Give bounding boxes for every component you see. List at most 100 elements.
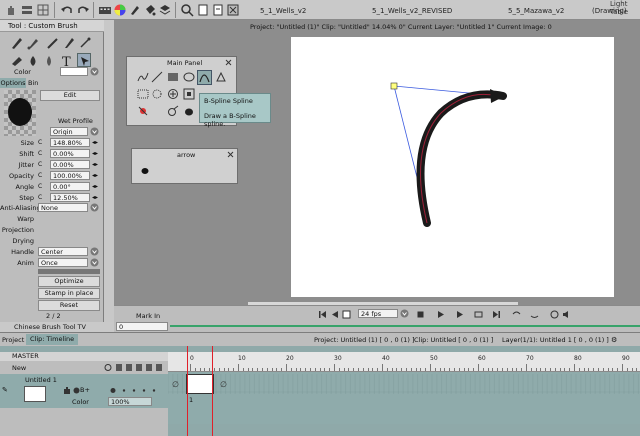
keyboard-icon[interactable]: [98, 3, 112, 17]
tab-project[interactable]: Project: [2, 336, 24, 344]
ellipse-icon[interactable]: [183, 71, 195, 83]
tool-preset-name[interactable]: Chinese Brush Tool TV: [0, 322, 114, 332]
tab-clip-timeline[interactable]: Clip: Timeline: [26, 334, 79, 345]
stamp-in-place-button[interactable]: Stamp in place: [38, 288, 100, 299]
drop-tool-icon[interactable]: [42, 54, 56, 68]
layer-tool-icons[interactable]: [104, 363, 164, 372]
angle-field[interactable]: 0.00°: [50, 182, 90, 191]
color-swatch[interactable]: [60, 67, 88, 76]
curve-c-icon[interactable]: C: [38, 150, 42, 157]
blob-icon[interactable]: [183, 105, 195, 117]
zoom-icon[interactable]: [180, 3, 194, 17]
edit-button[interactable]: Edit: [40, 90, 100, 101]
stepper-icon[interactable]: ◂▸: [92, 172, 98, 179]
stepper-icon[interactable]: ◂▸: [92, 161, 98, 168]
dotted-rect-icon[interactable]: [137, 88, 149, 100]
freehand-icon[interactable]: [137, 71, 149, 83]
grid-icon[interactable]: [36, 3, 50, 17]
layers-icon[interactable]: [20, 3, 34, 17]
tab-bin[interactable]: Bin: [28, 78, 42, 88]
doc-tab[interactable]: 5_5_Mazawa_v2: [508, 7, 564, 15]
keyframe-cell[interactable]: [186, 374, 214, 394]
origin-select[interactable]: Origin: [50, 127, 88, 136]
window-close-icon[interactable]: [226, 3, 240, 17]
warp-checkbox-label[interactable]: Warp: [0, 215, 34, 223]
curve-c-icon[interactable]: C: [38, 161, 42, 168]
layer-row[interactable]: Untitled 1 ✎ B+ Color 100%: [0, 374, 168, 408]
line-icon[interactable]: [151, 71, 163, 83]
stack-icon[interactable]: [158, 3, 172, 17]
hand-icon[interactable]: [62, 386, 71, 395]
airbrush-tool-icon[interactable]: [78, 36, 92, 50]
brush-icon[interactable]: [128, 3, 142, 17]
add-point-icon[interactable]: [167, 88, 179, 100]
bspline-icon[interactable]: [197, 70, 212, 85]
handle-select[interactable]: Center: [38, 247, 88, 256]
undo-icon[interactable]: [60, 3, 74, 17]
empty-frame-icon[interactable]: ∅: [220, 380, 227, 389]
anim-slider[interactable]: [38, 269, 100, 274]
dotted-shape-icon[interactable]: [151, 88, 163, 100]
doc-tab[interactable]: 5_1_Wells_v2_REVISED: [372, 7, 452, 15]
size-field[interactable]: 148.80%: [50, 138, 90, 147]
brush-tool-icon[interactable]: [26, 36, 40, 50]
curve-c-icon[interactable]: C: [38, 172, 42, 179]
new-layer-label[interactable]: New: [12, 364, 26, 372]
curve-c-icon[interactable]: C: [38, 139, 42, 146]
close-icon[interactable]: [224, 58, 233, 67]
drawing-canvas[interactable]: [291, 37, 614, 297]
stepper-icon[interactable]: ◂▸: [92, 183, 98, 190]
drying-checkbox-label[interactable]: Drying: [0, 237, 34, 245]
opacity-field[interactable]: 100%: [108, 397, 152, 406]
ink-tool-icon[interactable]: [46, 36, 60, 50]
curve-c-icon[interactable]: C: [38, 194, 42, 201]
tab-options[interactable]: Options: [0, 78, 26, 88]
eraser-tool-icon[interactable]: [10, 54, 24, 68]
layer-track[interactable]: ∅ ∅ 1: [168, 372, 640, 424]
empty-frame-icon[interactable]: ∅: [172, 380, 179, 389]
color-wheel-icon[interactable]: [113, 3, 127, 17]
shift-field[interactable]: 0.00%: [50, 149, 90, 158]
transform-icon[interactable]: [183, 88, 195, 100]
doc-tab[interactable]: 5_1_Wells_v2: [260, 7, 306, 15]
page-icon[interactable]: [196, 3, 210, 17]
chevron-down-icon[interactable]: [90, 258, 99, 267]
stepper-icon[interactable]: ◂▸: [92, 194, 98, 201]
chevron-down-icon[interactable]: [90, 127, 99, 136]
stepper-icon[interactable]: ◂▸: [92, 139, 98, 146]
layer-dot-icons[interactable]: [110, 387, 160, 394]
projection-checkbox-label[interactable]: Projection: [0, 226, 34, 234]
close-icon[interactable]: [226, 150, 235, 159]
chevron-down-icon[interactable]: [90, 247, 99, 256]
text-tool-icon[interactable]: T: [60, 54, 74, 68]
chevron-down-icon[interactable]: [90, 67, 99, 76]
current-frame-field[interactable]: 0: [116, 322, 168, 331]
hand-icon[interactable]: [4, 3, 18, 17]
opacity-field[interactable]: 100.00%: [50, 171, 90, 180]
rectangle-icon[interactable]: [167, 71, 179, 83]
selection-tool-icon[interactable]: [77, 53, 91, 67]
stepper-icon[interactable]: ◂▸: [92, 150, 98, 157]
master-layer-label[interactable]: MASTER: [0, 352, 168, 361]
jitter-field[interactable]: 0.00%: [50, 160, 90, 169]
playhead-line[interactable]: [187, 346, 188, 436]
reset-button[interactable]: Reset: [38, 300, 100, 311]
blend-mode[interactable]: B+: [80, 386, 90, 394]
antialiasing-select[interactable]: None: [38, 203, 88, 212]
optimize-button[interactable]: Optimize: [38, 276, 100, 287]
page-edit-icon[interactable]: [211, 3, 225, 17]
polygon-icon[interactable]: [215, 71, 227, 83]
smudge-tool-icon[interactable]: [26, 54, 40, 68]
curve-c-icon[interactable]: C: [38, 183, 42, 190]
playhead-line[interactable]: [212, 346, 213, 436]
timeline-options-icon[interactable]: ⚙: [611, 336, 617, 344]
step-field[interactable]: 12.50%: [50, 193, 90, 202]
frame-ruler[interactable]: 0 10 20 30 40 50 60 70 80 90: [168, 352, 640, 372]
redo-icon[interactable]: [76, 3, 90, 17]
pencil-layer-icon[interactable]: ✎: [2, 386, 8, 394]
marker-tool-icon[interactable]: [62, 36, 76, 50]
brush-shape-preview[interactable]: [140, 167, 150, 175]
pencil-tool-icon[interactable]: [10, 36, 24, 50]
eyedropper-icon[interactable]: [137, 105, 149, 117]
magic-wand-icon[interactable]: [167, 105, 179, 117]
